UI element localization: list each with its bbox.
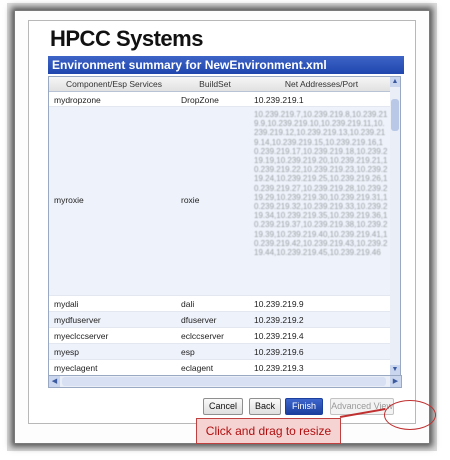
component-cell: mydfuserver	[54, 315, 101, 325]
table-row[interactable]: myroxie roxie 10.239.219.7,10.239.219.8,…	[49, 107, 391, 296]
component-cell: myroxie	[54, 195, 84, 205]
cancel-button[interactable]: Cancel	[203, 398, 243, 415]
table-row[interactable]: mydali dali 10.239.219.9	[49, 296, 391, 312]
scroll-right-icon[interactable]: ▶	[390, 376, 401, 387]
column-header-address[interactable]: Net Addresses/Port	[254, 79, 389, 89]
table-header: Component/Esp Services BuildSet Net Addr…	[49, 77, 391, 92]
table-row[interactable]: myeclagent eclagent 10.239.219.3	[49, 360, 391, 375]
table-row[interactable]: myesp esp 10.239.219.6	[49, 344, 391, 360]
buildset-cell: eclccserver	[181, 331, 224, 341]
buildset-cell: esp	[181, 347, 195, 357]
address-cell: 10.239.219.3	[254, 363, 304, 373]
hpcc-logo: HPCC Systems	[50, 26, 203, 51]
buildset-cell: DropZone	[181, 95, 219, 105]
horizontal-scroll-thumb[interactable]	[62, 377, 386, 386]
address-cell: 10.239.219.7,10.239.219.8,10.239.219.9,1…	[254, 110, 388, 258]
environment-summary-table: Component/Esp Services BuildSet Net Addr…	[48, 76, 392, 376]
vertical-scroll-thumb[interactable]	[391, 99, 399, 131]
buildset-cell: eclagent	[181, 363, 214, 373]
address-cell: 10.239.219.9	[254, 299, 304, 309]
back-button[interactable]: Back	[249, 398, 281, 415]
horizontal-scrollbar[interactable]: ◀ ▶	[48, 375, 402, 388]
scroll-down-icon[interactable]: ▼	[390, 365, 400, 375]
component-cell: myesp	[54, 347, 80, 357]
column-header-buildset[interactable]: BuildSet	[179, 79, 251, 89]
buildset-cell: dfuserver	[181, 315, 217, 325]
address-cell: 10.239.219.4	[254, 331, 304, 341]
address-cell: 10.239.219.6	[254, 347, 304, 357]
buildset-cell: roxie	[181, 195, 200, 205]
address-cell: 10.239.219.1	[254, 95, 304, 105]
dialog-title-bar: Environment summary for NewEnvironment.x…	[48, 56, 404, 74]
table-row[interactable]: mydropzone DropZone 10.239.219.1	[49, 92, 391, 107]
scroll-left-icon[interactable]: ◀	[49, 376, 60, 387]
finish-button[interactable]: Finish	[285, 398, 323, 415]
buildset-cell: dali	[181, 299, 195, 309]
component-cell: mydali	[54, 299, 79, 309]
resize-callout: Click and drag to resize	[196, 418, 341, 444]
resize-handle-highlight[interactable]	[384, 400, 436, 430]
address-cell: 10.239.219.2	[254, 315, 304, 325]
column-header-component[interactable]: Component/Esp Services	[49, 79, 179, 89]
scroll-up-icon[interactable]: ▲	[390, 77, 400, 87]
table-row[interactable]: mydfuserver dfuserver 10.239.219.2	[49, 312, 391, 328]
component-cell: myeclagent	[54, 363, 98, 373]
component-cell: mydropzone	[54, 95, 101, 105]
vertical-scrollbar[interactable]: ▲ ▼	[390, 76, 401, 376]
table-row[interactable]: myeclccserver eclccserver 10.239.219.4	[49, 328, 391, 344]
component-cell: myeclccserver	[54, 331, 109, 341]
